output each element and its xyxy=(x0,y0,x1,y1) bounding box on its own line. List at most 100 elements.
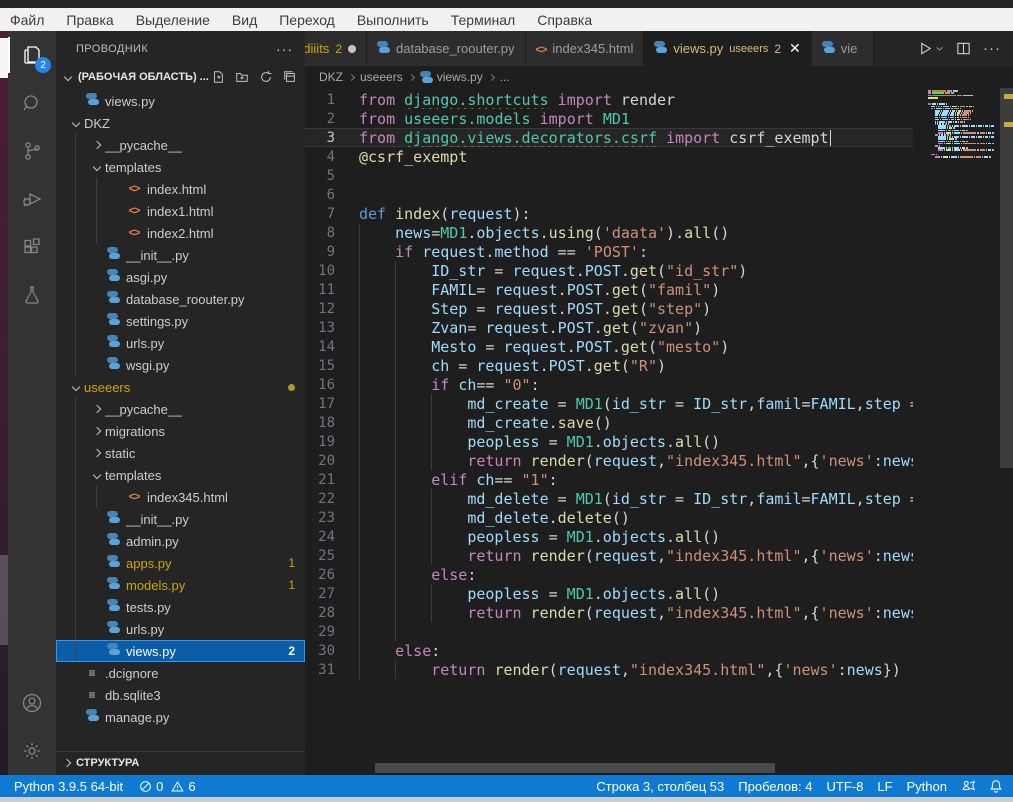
search-icon[interactable] xyxy=(8,79,56,127)
tab-vie[interactable]: vie xyxy=(812,31,874,66)
modified-dot-icon[interactable] xyxy=(348,45,356,53)
tree-item-__pycache__[interactable]: __pycache__ xyxy=(56,134,305,156)
code-line-21: 21elif ch== "1": xyxy=(305,470,913,489)
breadcrumb-item[interactable]: DKZ xyxy=(319,70,343,84)
status-item[interactable]: UTF-8 xyxy=(827,779,864,794)
chevron-right-icon xyxy=(93,449,101,457)
error-icon xyxy=(139,780,152,793)
tab-problem-badge: 2 xyxy=(335,42,342,56)
tree-item-index345.html[interactable]: <>index345.html xyxy=(56,486,305,508)
window-top-strip xyxy=(0,0,1013,8)
status-item[interactable]: Строка 3, столбец 53 xyxy=(596,779,724,794)
close-icon[interactable]: ✕ xyxy=(789,40,801,57)
tree-item-asgi.py[interactable]: asgi.py xyxy=(56,266,305,288)
html-file-icon: <> xyxy=(126,227,142,239)
tree-item-apps.py[interactable]: apps.py1 xyxy=(56,552,305,574)
warning-icon xyxy=(171,780,184,793)
code-editor[interactable]: 1from django.shortcuts import render2fro… xyxy=(305,88,1013,775)
breadcrumb-item[interactable]: views.py xyxy=(420,70,483,84)
settings-gear-icon[interactable] xyxy=(8,727,56,775)
py-file-icon xyxy=(105,247,121,263)
tree-item-.dcignore[interactable]: ≡.dcignore xyxy=(56,662,305,684)
tree-item-database_roouter.py[interactable]: database_roouter.py xyxy=(56,288,305,310)
horizontal-scrollbar[interactable] xyxy=(375,763,775,773)
menu-item[interactable]: Правка xyxy=(66,12,113,28)
minimap[interactable] xyxy=(928,90,998,158)
tree-item-urls.py[interactable]: urls.py xyxy=(56,332,305,354)
source-control-icon[interactable] xyxy=(8,127,56,175)
tree-item-migrations[interactable]: migrations xyxy=(56,420,305,442)
vertical-scrollbar[interactable] xyxy=(1000,88,1013,775)
warning-marker xyxy=(1004,122,1013,127)
run-dropdown-chevron-icon[interactable] xyxy=(935,44,944,53)
tree-item-templates[interactable]: templates xyxy=(56,156,305,178)
problems-status[interactable]: 0 6 xyxy=(139,779,195,794)
menu-item[interactable]: Вид xyxy=(232,12,257,28)
tree-item-views.py[interactable]: views.py xyxy=(56,90,305,112)
status-item[interactable]: Python xyxy=(907,779,947,794)
scrollbar-thumb[interactable] xyxy=(1000,88,1013,468)
code-line-15: 15ch = request.POST.get("R") xyxy=(305,356,913,375)
menu-item[interactable]: Выделение xyxy=(136,12,210,28)
breadcrumb-item[interactable]: ... xyxy=(500,70,510,84)
code-line-24: 24peopless = MD1.objects.all() xyxy=(305,527,913,546)
notifications-bell-icon[interactable] xyxy=(989,779,1003,793)
python-interpreter-status[interactable]: Python 3.9.5 64-bit xyxy=(14,779,123,794)
new-file-icon[interactable] xyxy=(211,70,225,84)
menu-item[interactable]: Переход xyxy=(279,12,335,28)
code-line-22: 22md_delete = MD1(id_str = ID_str,famil=… xyxy=(305,489,913,508)
feedback-icon[interactable] xyxy=(961,779,975,793)
tree-item-__init__.py[interactable]: __init__.py xyxy=(56,508,305,530)
breadcrumb-item[interactable]: useeers xyxy=(360,70,403,84)
tab-index345.html[interactable]: <>index345.html xyxy=(526,31,645,66)
menu-item[interactable]: Выполнить xyxy=(357,12,429,28)
split-editor-icon[interactable] xyxy=(956,41,971,56)
tree-item-views.py[interactable]: views.py2 xyxy=(56,640,305,662)
py-file-icon xyxy=(105,621,121,637)
tree-item-static[interactable]: static xyxy=(56,442,305,464)
tab-views.py[interactable]: views.pyuseeers2✕ xyxy=(644,31,811,66)
tree-item-urls.py[interactable]: urls.py xyxy=(56,618,305,640)
tree-item-index.html[interactable]: <>index.html xyxy=(56,178,305,200)
testing-icon[interactable] xyxy=(8,271,56,319)
tree-item-__pycache__[interactable]: __pycache__ xyxy=(56,398,305,420)
tree-item-__init__.py[interactable]: __init__.py xyxy=(56,244,305,266)
explorer-icon[interactable]: 2 xyxy=(8,31,56,79)
tree-item-wsgi.py[interactable]: wsgi.py xyxy=(56,354,305,376)
explorer-more-actions[interactable]: ··· xyxy=(276,41,293,57)
tree-item-index2.html[interactable]: <>index2.html xyxy=(56,222,305,244)
collapse-all-icon[interactable] xyxy=(283,70,297,84)
account-icon[interactable] xyxy=(8,679,56,727)
new-folder-icon[interactable] xyxy=(235,70,249,84)
tree-item-index1.html[interactable]: <>index1.html xyxy=(56,200,305,222)
status-item[interactable]: Пробелов: 4 xyxy=(738,779,812,794)
tree-item-templates[interactable]: templates xyxy=(56,464,305,486)
run-debug-icon[interactable] xyxy=(8,175,56,223)
tab-database_roouter.py[interactable]: database_roouter.py xyxy=(367,31,526,66)
code-line-3: 3from django.views.decorators.csrf impor… xyxy=(305,128,913,147)
desktop-edge xyxy=(0,31,8,775)
editor-more-actions[interactable]: ··· xyxy=(983,40,1001,57)
tree-item-useeers[interactable]: useeers xyxy=(56,376,305,398)
status-item[interactable]: LF xyxy=(877,779,892,794)
py-file-icon xyxy=(822,41,835,57)
py-file-icon xyxy=(105,577,121,593)
tab-diiits[interactable]: diiits2 xyxy=(305,31,367,66)
tree-item-tests.py[interactable]: tests.py xyxy=(56,596,305,618)
refresh-icon[interactable] xyxy=(259,70,273,84)
tree-item-manage.py[interactable]: manage.py xyxy=(56,706,305,728)
tree-item-db.sqlite3[interactable]: ≡db.sqlite3 xyxy=(56,684,305,706)
menu-item[interactable]: Справка xyxy=(537,12,592,28)
menu-item[interactable]: Файл xyxy=(10,12,44,28)
workspace-section-header[interactable]: (РАБОЧАЯ ОБЛАСТЬ) ... xyxy=(56,66,305,88)
tree-item-settings.py[interactable]: settings.py xyxy=(56,310,305,332)
code-line-9: 9if request.method == 'POST': xyxy=(305,242,913,261)
tab-problem-badge: 2 xyxy=(774,42,781,56)
outline-section-header[interactable]: СТРУКТУРА xyxy=(56,751,305,773)
extensions-icon[interactable] xyxy=(8,223,56,271)
tree-item-admin.py[interactable]: admin.py xyxy=(56,530,305,552)
run-python-file-button[interactable] xyxy=(918,41,944,56)
tree-item-DKZ[interactable]: DKZ xyxy=(56,112,305,134)
menu-item[interactable]: Терминал xyxy=(451,12,515,28)
tree-item-models.py[interactable]: models.py1 xyxy=(56,574,305,596)
